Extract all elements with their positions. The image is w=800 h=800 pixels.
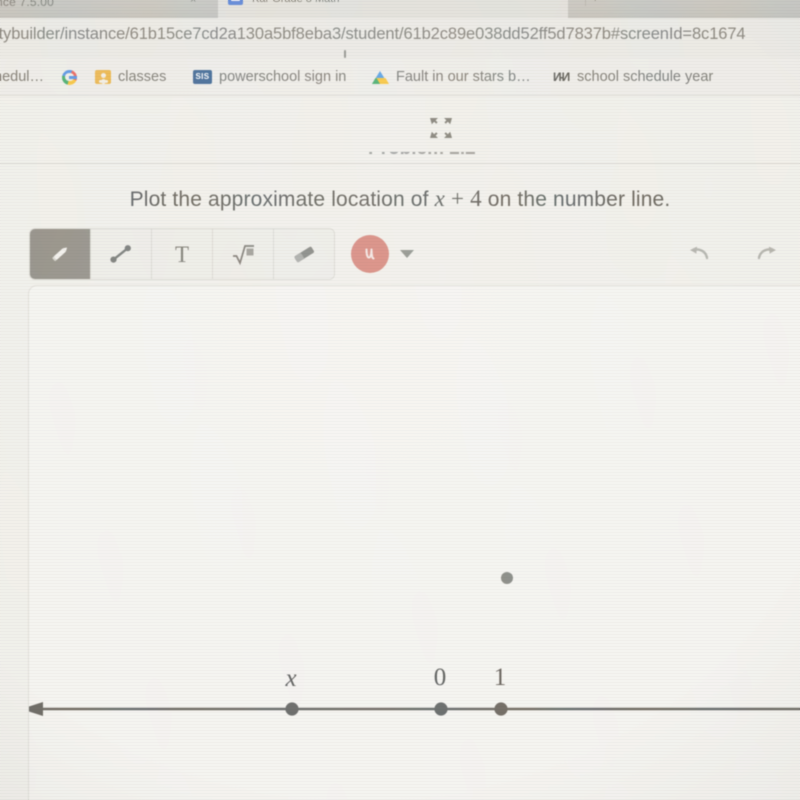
redo-button[interactable] (752, 238, 782, 268)
generic-bookmark-icon: И-И (553, 69, 570, 84)
question-prompt: Plot the approximate location of x + 4 o… (0, 186, 800, 212)
tab-close-icon[interactable]: × (190, 0, 196, 6)
number-line-left-arrow (29, 702, 43, 716)
bookmark-google[interactable] (62, 67, 84, 87)
header-divider (0, 163, 800, 164)
number-line-graphic (29, 572, 800, 716)
bookmark-label: powerschool sign in (219, 69, 347, 85)
point-one (494, 702, 508, 716)
active-tab-title[interactable]: Kar Grade 8 Math (252, 0, 339, 5)
browser-tab-strip: nce 7.5.00 × Kar Grade 8 Math + (0, 0, 800, 18)
bookmark-schedule[interactable]: hedul… (0, 67, 44, 87)
photo-of-screen: Problem 2.2 Plot the approximate locatio… (0, 0, 800, 800)
redo-icon (757, 246, 776, 260)
text-tool-label: T (174, 241, 190, 267)
tab-divider (585, 0, 586, 6)
square-root-icon (233, 245, 254, 266)
address-bar-url[interactable]: itybuilder/instance/61b15ce7cd2a130a5bf8… (0, 25, 746, 44)
line-tool-button[interactable] (91, 229, 152, 279)
undo-button[interactable] (684, 238, 714, 268)
math-tool-button[interactable] (213, 229, 274, 279)
question-operator: + (450, 186, 465, 211)
label-x: x (285, 665, 297, 692)
point-x (285, 702, 299, 716)
eraser-tool-button[interactable] (274, 229, 334, 279)
text-tool-button[interactable]: T (152, 229, 213, 279)
bookmark-fault-in-our-stars[interactable]: Fault in our stars b… (372, 67, 531, 87)
stroke-color-button[interactable] (351, 235, 389, 273)
line-segment-icon (110, 245, 131, 263)
question-number: 4 (470, 186, 482, 211)
drawing-toolbar: T (29, 228, 414, 280)
new-tab-button[interactable]: + (592, 0, 598, 5)
question-text-before: Plot the approximate location of (129, 188, 429, 211)
bookmarks-bar-divider (0, 95, 800, 96)
pencil-tool-button[interactable] (30, 229, 91, 279)
point-zero (434, 702, 448, 716)
eraser-icon (294, 246, 314, 263)
background-tab-title[interactable]: nce 7.5.00 (0, 0, 54, 9)
bookmark-powerschool[interactable]: SIS powerschool sign in (193, 67, 346, 87)
blue-document-favicon (228, 0, 243, 5)
tool-group: T (29, 228, 335, 280)
sis-icon: SIS (193, 70, 212, 84)
undo-redo-group (684, 238, 782, 268)
bookmark-label: school schedule year (577, 69, 714, 85)
student-dot (501, 572, 513, 584)
bookmark-label: Fault in our stars b… (396, 69, 531, 85)
chevron-down-icon[interactable] (400, 250, 414, 258)
squiggle-stroke-icon (365, 248, 375, 260)
text-caret (344, 50, 346, 58)
label-one: 1 (493, 664, 507, 691)
undo-icon (690, 246, 709, 260)
pencil-icon (52, 247, 68, 261)
label-zero: 0 (433, 664, 447, 691)
section-title-cutoff: Problem 2.2 (368, 152, 528, 159)
bookmark-school-schedule[interactable]: И-И school schedule year (553, 67, 713, 87)
google-drive-icon (372, 70, 389, 85)
question-text-after: on the number line. (487, 188, 671, 211)
google-g-icon (62, 69, 77, 85)
address-bar[interactable]: itybuilder/instance/61b15ce7cd2a130a5bf8… (0, 18, 800, 58)
google-classroom-icon (95, 70, 111, 84)
fullscreen-icon[interactable] (428, 116, 454, 140)
bookmarks-bar: hedul… classes SIS powerschool sign in F… (0, 58, 800, 96)
bookmark-label: classes (118, 69, 167, 85)
drawing-canvas[interactable] (28, 285, 800, 800)
bookmark-label: hedul… (0, 69, 44, 85)
question-variable: x (434, 186, 445, 211)
bookmark-classes[interactable]: classes (95, 67, 166, 87)
